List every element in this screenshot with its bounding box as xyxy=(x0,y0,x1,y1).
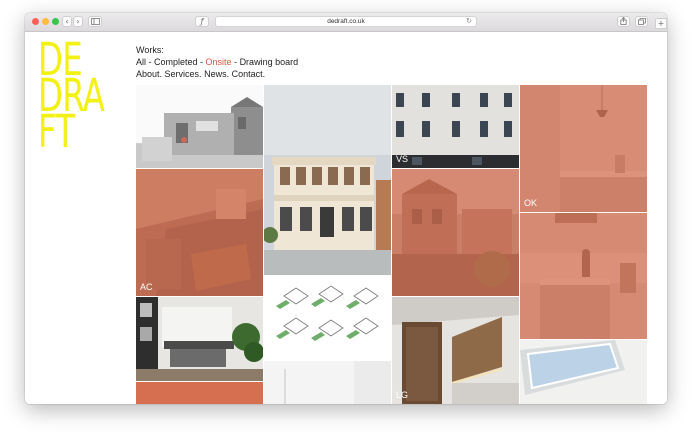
extension-render-image xyxy=(136,85,263,168)
project-tile[interactable] xyxy=(520,213,647,339)
filter-separator: - xyxy=(231,57,240,67)
reload-icon[interactable]: ↻ xyxy=(466,17,472,26)
url-text: dedraft.co.uk xyxy=(327,18,365,25)
project-label: VS xyxy=(396,154,409,164)
project-overlay xyxy=(136,169,263,296)
filter-separator: - xyxy=(197,57,206,67)
site-nav: Works: All - Completed - Onsite - Drawin… xyxy=(136,44,298,80)
share-button[interactable] xyxy=(617,16,630,27)
terrace-houses-image xyxy=(392,85,519,168)
close-window-button[interactable] xyxy=(32,18,39,25)
filter-completed[interactable]: Completed xyxy=(154,57,198,67)
nav-link-news[interactable]: News. xyxy=(204,69,229,79)
page-links-row: About. Services. News. Contact. xyxy=(136,68,298,80)
forward-button[interactable]: › xyxy=(73,16,83,27)
project-label: OK xyxy=(524,198,538,208)
chevron-right-icon: › xyxy=(76,17,80,26)
logo-line: FT xyxy=(38,105,75,158)
project-overlay xyxy=(136,382,263,404)
minimize-window-button[interactable] xyxy=(42,18,49,25)
tabs-icon xyxy=(637,18,646,25)
zoom-window-button[interactable] xyxy=(52,18,59,25)
project-tile[interactable]: VS xyxy=(392,85,519,168)
project-overlay xyxy=(520,85,647,212)
browser-toolbar: ‹ › ƒ dedraft.co.uk ↻ + xyxy=(25,13,667,32)
nav-link-contact[interactable]: Contact. xyxy=(232,69,266,79)
project-tile[interactable] xyxy=(392,169,519,296)
address-bar[interactable]: dedraft.co.uk ↻ xyxy=(215,16,477,27)
project-tile[interactable]: OK xyxy=(520,85,647,212)
browser-window: ‹ › ƒ dedraft.co.uk ↻ + DE DRA FT Works:… xyxy=(25,13,667,404)
nav-link-services[interactable]: Services. xyxy=(165,69,202,79)
filter-separator: - xyxy=(146,57,155,67)
axonometric-drawings-image xyxy=(264,276,391,360)
project-label: AC xyxy=(140,282,153,292)
staircase-interior-image xyxy=(392,297,519,404)
project-overlay xyxy=(520,213,647,339)
project-tile[interactable] xyxy=(136,382,263,404)
project-tile[interactable] xyxy=(264,276,391,360)
nav-link-about[interactable]: About. xyxy=(136,69,162,79)
new-tab-button[interactable]: + xyxy=(655,18,667,29)
tabs-button[interactable] xyxy=(635,16,648,27)
filter-onsite[interactable]: Onsite xyxy=(206,57,232,67)
site-logo[interactable]: DE DRA FT xyxy=(38,37,118,158)
reader-icon: ƒ xyxy=(200,17,204,26)
project-overlay xyxy=(392,169,519,296)
page-content: DE DRA FT Works: All - Completed - Onsit… xyxy=(25,32,667,404)
project-label: LG xyxy=(396,390,409,400)
project-tile[interactable] xyxy=(136,297,263,381)
chevron-left-icon: ‹ xyxy=(65,17,69,26)
project-tile[interactable]: LG xyxy=(392,297,519,404)
project-tile[interactable] xyxy=(264,361,391,404)
project-tile[interactable]: AC xyxy=(136,169,263,296)
sidebar-icon xyxy=(90,18,100,25)
skylight-image xyxy=(520,340,647,404)
works-heading: Works: xyxy=(136,45,164,55)
sidebar-button[interactable] xyxy=(88,16,102,27)
back-button[interactable]: ‹ xyxy=(62,16,72,27)
white-interior-image xyxy=(264,361,391,404)
project-tile[interactable] xyxy=(136,85,263,168)
office-interior-image xyxy=(136,297,263,381)
filter-drawing-board[interactable]: Drawing board xyxy=(240,57,299,67)
project-tile[interactable] xyxy=(520,340,647,404)
reader-button[interactable]: ƒ xyxy=(195,16,209,27)
project-tile[interactable] xyxy=(264,85,391,275)
victorian-building-image xyxy=(264,85,391,275)
share-icon xyxy=(620,16,627,25)
filter-row: All - Completed - Onsite - Drawing board xyxy=(136,56,298,68)
plus-icon: + xyxy=(657,19,665,28)
filter-all[interactable]: All xyxy=(136,57,146,67)
